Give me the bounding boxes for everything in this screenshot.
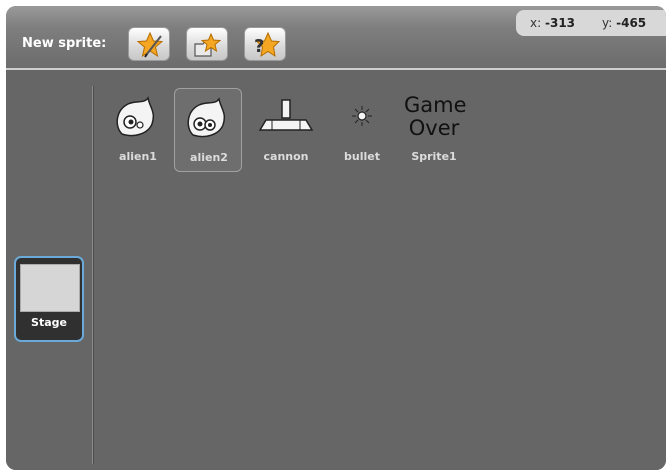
y-label: y: [602, 16, 613, 30]
bullet-icon [352, 106, 372, 126]
game-over-thumbnail: Game Over [404, 93, 467, 140]
folder-star-icon [194, 32, 222, 57]
sprite-cannon[interactable]: cannon [252, 88, 320, 172]
cannon-icon [258, 99, 314, 131]
sprite-name: bullet [344, 150, 380, 163]
sprite-pane: New sprite: ? x: -313 y: -465 Stage alie… [6, 6, 666, 470]
new-sprite-label: New sprite: [22, 36, 107, 51]
y-value: -465 [616, 16, 647, 30]
sprite-list-panel: Stage alien1 alien2 cannon bullet Game O… [6, 70, 666, 470]
stage-thumbnail[interactable]: Stage [14, 256, 84, 342]
sprite-toolbar: New sprite: ? x: -313 y: -465 [6, 6, 666, 68]
stage-divider [92, 86, 94, 464]
sprite-name: cannon [263, 150, 309, 163]
sprite-name: alien2 [190, 151, 228, 164]
mouse-coordinates: x: -313 y: -465 [516, 10, 666, 36]
alien-icon [187, 97, 226, 138]
sprite-name: alien1 [119, 150, 157, 163]
stage-preview [20, 264, 80, 312]
sprite-alien1[interactable]: alien1 [104, 88, 172, 172]
sprite-name: Sprite1 [411, 150, 457, 163]
stage-label: Stage [31, 316, 67, 329]
x-coordinate: x: -313 [530, 16, 575, 30]
sprite-sprite1[interactable]: Game Over Sprite1 [400, 88, 468, 172]
x-value: -313 [544, 16, 576, 30]
surprise-sprite-button[interactable]: ? [244, 27, 286, 61]
choose-sprite-from-file-button[interactable] [186, 27, 228, 61]
x-label: x: [530, 16, 542, 30]
svg-text:?: ? [254, 36, 264, 57]
y-coordinate: y: -465 [602, 16, 646, 30]
game-over-line1: Game [404, 93, 467, 117]
game-over-line2: Over [408, 116, 460, 140]
paint-new-sprite-icon [136, 32, 164, 58]
game-over-text: Game Over [404, 93, 467, 140]
sprite-bullet[interactable]: bullet [328, 88, 396, 172]
sprite-alien2[interactable]: alien2 [174, 88, 242, 172]
surprise-sprite-icon: ? [254, 32, 281, 58]
paint-new-sprite-button[interactable] [128, 27, 170, 61]
alien-icon [116, 96, 155, 137]
